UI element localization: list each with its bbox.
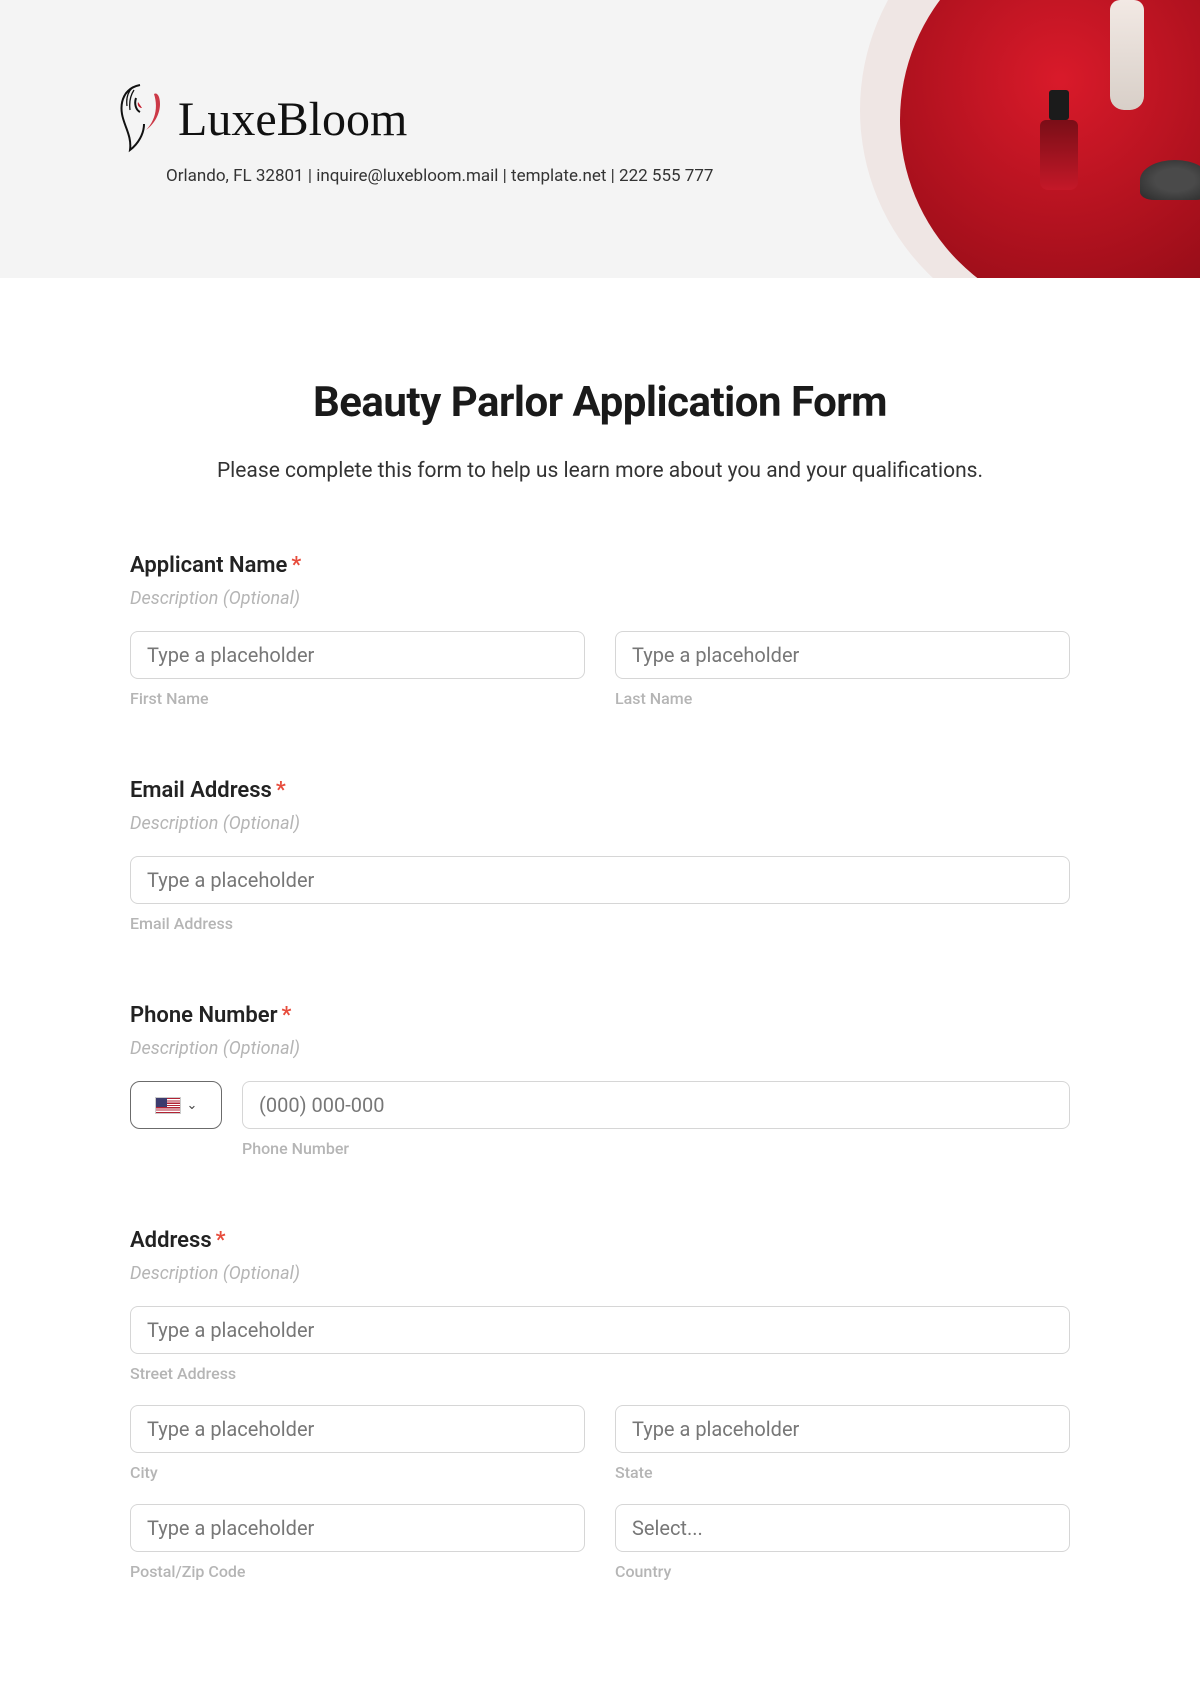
phone-description[interactable]: Description (Optional) (130, 1038, 1070, 1059)
email-label: Email Address* (130, 778, 1070, 803)
last-name-sublabel: Last Name (615, 689, 1070, 708)
last-name-input[interactable] (615, 631, 1070, 679)
nail-polish-icon (1040, 120, 1078, 190)
applicant-name-label: Applicant Name* (130, 553, 1070, 578)
makeup-brush-icon (1140, 160, 1200, 200)
decoration-circle-inner (900, 0, 1200, 278)
address-label: Address* (130, 1228, 1070, 1253)
email-description[interactable]: Description (Optional) (130, 813, 1070, 834)
form-container: Beauty Parlor Application Form Please co… (130, 278, 1070, 1661)
address-description[interactable]: Description (Optional) (130, 1263, 1070, 1284)
phone-label: Phone Number* (130, 1003, 1070, 1028)
required-asterisk: * (291, 553, 301, 578)
section-applicant-name: Applicant Name* Description (Optional) F… (130, 553, 1070, 708)
email-sublabel: Email Address (130, 914, 1070, 933)
page-title: Beauty Parlor Application Form (130, 378, 1070, 427)
chevron-down-icon: ⌄ (187, 1098, 198, 1113)
postal-code-input[interactable] (130, 1504, 585, 1552)
first-name-sublabel: First Name (130, 689, 585, 708)
brand-name: LuxeBloom (178, 96, 407, 144)
brand-block: LuxeBloom Orlando, FL 32801 | inquire@lu… (110, 80, 713, 186)
header-banner: LuxeBloom Orlando, FL 32801 | inquire@lu… (0, 0, 1200, 278)
section-email: Email Address* Description (Optional) Em… (130, 778, 1070, 933)
required-asterisk: * (216, 1228, 226, 1253)
country-code-select[interactable]: ⌄ (130, 1081, 222, 1129)
email-input[interactable] (130, 856, 1070, 904)
section-address: Address* Description (Optional) Street A… (130, 1228, 1070, 1581)
street-address-input[interactable] (130, 1306, 1070, 1354)
required-asterisk: * (282, 1003, 292, 1028)
applicant-name-description[interactable]: Description (Optional) (130, 588, 1070, 609)
required-asterisk: * (276, 778, 286, 803)
city-sublabel: City (130, 1463, 585, 1482)
first-name-input[interactable] (130, 631, 585, 679)
brand-contact-line: Orlando, FL 32801 | inquire@luxebloom.ma… (166, 166, 713, 186)
city-input[interactable] (130, 1405, 585, 1453)
section-phone: Phone Number* Description (Optional) ⌄ P… (130, 1003, 1070, 1158)
us-flag-icon (155, 1097, 181, 1114)
cosmetic-bottle-icon (1110, 0, 1144, 110)
state-sublabel: State (615, 1463, 1070, 1482)
country-select[interactable] (615, 1504, 1070, 1552)
postal-code-sublabel: Postal/Zip Code (130, 1562, 585, 1581)
country-sublabel: Country (615, 1562, 1070, 1581)
phone-sublabel: Phone Number (242, 1139, 1070, 1158)
form-intro: Please complete this form to help us lea… (130, 459, 1070, 483)
brand-logo-icon (110, 80, 170, 160)
state-input[interactable] (615, 1405, 1070, 1453)
phone-input[interactable] (242, 1081, 1070, 1129)
street-address-sublabel: Street Address (130, 1364, 1070, 1383)
